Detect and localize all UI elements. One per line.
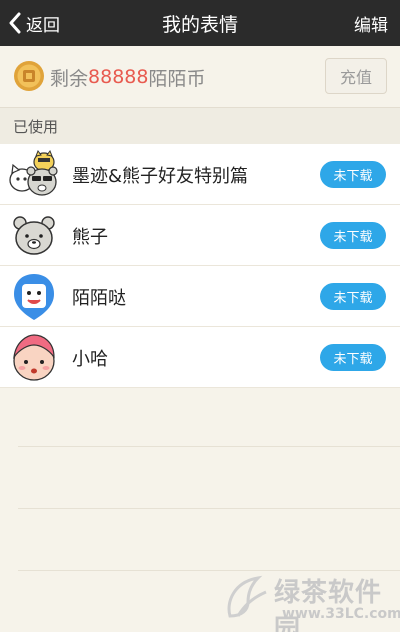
- list-item[interactable]: 小哈 未下载: [0, 327, 400, 388]
- download-button[interactable]: 未下载: [320, 161, 386, 188]
- balance-prefix: 剩余: [50, 67, 89, 90]
- bear-icon: [13, 216, 55, 255]
- balance-text: 剩余 88888 陌陌币: [50, 46, 205, 108]
- item-name: 小哈: [72, 348, 108, 370]
- balance-row: 剩余 88888 陌陌币 充值: [0, 46, 400, 108]
- momo-da-icon: [14, 274, 54, 320]
- download-button[interactable]: 未下载: [320, 344, 386, 371]
- watermark-text: 绿茶软件园: [274, 578, 383, 632]
- moji-bear-friends-icon: [9, 149, 58, 196]
- page-title: 我的表情: [161, 13, 238, 36]
- coin-icon: [14, 61, 44, 91]
- list-item[interactable]: 熊子 未下载: [0, 205, 400, 266]
- edit-button[interactable]: 编辑: [354, 0, 388, 46]
- item-name: 熊子: [72, 226, 108, 248]
- xiaoha-icon: [13, 334, 55, 381]
- balance-amount: 88888: [88, 66, 149, 88]
- divider: [18, 508, 400, 509]
- section-header-used: 已使用: [0, 108, 400, 144]
- nav-bar: 返回 我的表情 编辑: [0, 0, 400, 46]
- item-name: 墨迹&熊子好友特别篇: [72, 165, 249, 187]
- watermark: 绿茶软件园 www.33LC.com: [222, 570, 400, 632]
- sticker-list: 墨迹&熊子好友特别篇 未下载 熊子 未下载 陌陌哒 未下载 小哈 未下载: [0, 144, 400, 388]
- watermark-logo-icon: [227, 575, 267, 618]
- watermark-url: www.33LC.com: [282, 606, 400, 622]
- recharge-button[interactable]: 充值: [325, 58, 387, 94]
- item-name: 陌陌哒: [72, 287, 126, 309]
- divider: [18, 446, 400, 447]
- download-button[interactable]: 未下载: [320, 283, 386, 310]
- list-item[interactable]: 墨迹&熊子好友特别篇 未下载: [0, 144, 400, 205]
- download-button[interactable]: 未下载: [320, 222, 386, 249]
- list-item[interactable]: 陌陌哒 未下载: [0, 266, 400, 327]
- balance-suffix: 陌陌币: [148, 67, 206, 90]
